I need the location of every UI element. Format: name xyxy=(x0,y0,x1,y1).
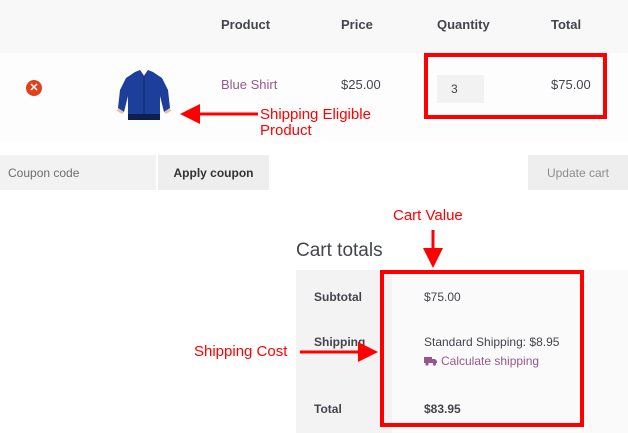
cart-value-arrow-head xyxy=(423,248,443,268)
annotation-shipping-cost: Shipping Cost xyxy=(194,343,288,360)
annotation-shipping-eligible: Shipping Eligible Product xyxy=(260,107,371,139)
annotation-shipping-eligible-line2: Product xyxy=(260,122,312,139)
annotation-shipping-eligible-line1: Shipping Eligible xyxy=(260,106,371,123)
product-arrow-head xyxy=(180,104,200,124)
annotation-cart-value: Cart Value xyxy=(393,207,463,224)
annotation-arrows xyxy=(180,104,443,362)
shipping-arrow-head xyxy=(358,342,378,362)
